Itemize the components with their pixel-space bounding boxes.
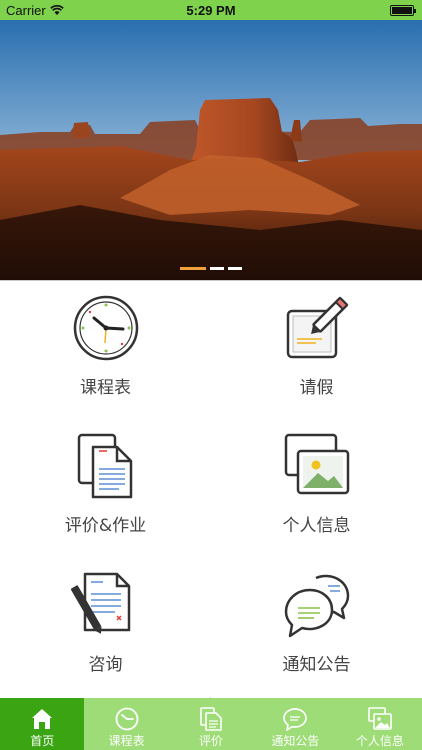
tab-label-evaluation: 评价	[199, 734, 224, 748]
tab-label-profile: 个人信息	[355, 734, 404, 748]
tab-profile[interactable]: 个人信息	[338, 698, 422, 750]
tab-evaluation[interactable]: 评价	[169, 698, 253, 750]
clock-icon	[115, 707, 139, 731]
menu-item-notice[interactable]: 通知公告	[211, 558, 422, 697]
photo-frame-icon	[284, 433, 349, 495]
tab-label-schedule: 课程表	[108, 734, 145, 748]
menu-label-profile: 个人信息	[282, 516, 351, 536]
clock-icon	[73, 295, 138, 361]
pager-dot-2[interactable]	[210, 267, 224, 270]
menu-item-consult[interactable]: 咨询	[0, 558, 211, 697]
menu-item-schedule[interactable]: 课程表	[0, 281, 211, 420]
menu-label-evaluation-homework: 评价&作业	[64, 516, 147, 536]
tab-notice[interactable]: 通知公告	[253, 698, 337, 750]
menu-item-leave[interactable]: 请假	[211, 281, 422, 420]
status-bar: Carrier 5:29 PM	[0, 0, 422, 20]
documents-icon	[77, 433, 132, 499]
desert-banner-image	[0, 20, 422, 280]
chat-icon	[283, 708, 308, 731]
menu-item-profile[interactable]: 个人信息	[211, 419, 422, 558]
tab-home[interactable]: 首页	[0, 698, 85, 750]
carousel-pager	[0, 267, 422, 270]
document-icon	[200, 707, 222, 731]
menu-item-evaluation-homework[interactable]: 评价&作业	[0, 419, 211, 558]
chat-bubbles-icon	[284, 574, 349, 638]
pager-dot-3[interactable]	[228, 267, 242, 270]
banner-carousel[interactable]	[0, 20, 422, 280]
tab-bar: 首页 课程表 评价 通知公告 个人信息	[0, 698, 422, 750]
menu-label-schedule: 课程表	[80, 378, 131, 398]
pager-dot-1[interactable]	[180, 267, 206, 270]
document-pen-icon	[70, 572, 130, 634]
menu-label-leave: 请假	[299, 378, 334, 398]
status-time: 5:29 PM	[186, 3, 236, 18]
menu-label-notice: 通知公告	[282, 655, 351, 675]
notepad-pencil-icon	[286, 296, 349, 359]
tab-label-notice: 通知公告	[271, 734, 320, 748]
battery-icon	[390, 5, 416, 16]
menu-label-consult: 咨询	[88, 655, 123, 675]
photo-icon	[368, 707, 392, 730]
tab-label-home: 首页	[30, 734, 55, 748]
tab-schedule[interactable]: 课程表	[84, 698, 168, 750]
home-icon	[32, 709, 53, 729]
